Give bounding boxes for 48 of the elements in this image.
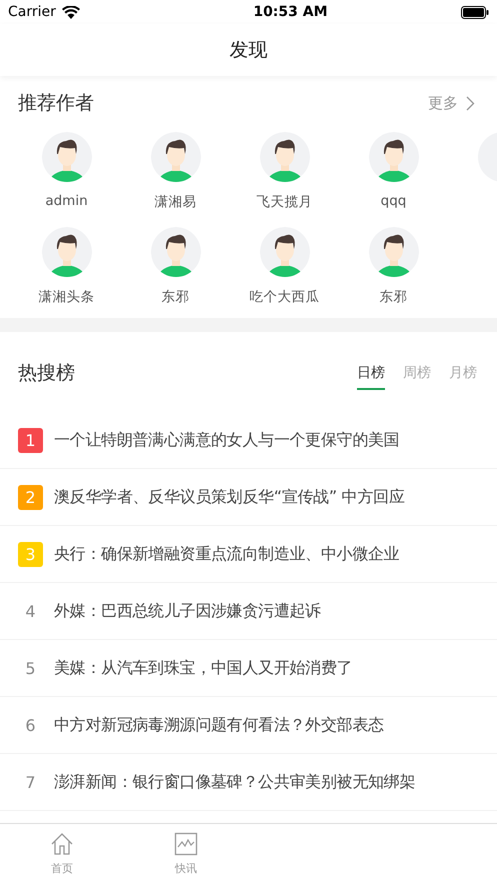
news-item[interactable]: 3 央行：确保新增融资重点流向制造业、中小微企业 (0, 526, 497, 583)
chart-icon (174, 832, 198, 856)
avatar-icon[interactable] (260, 227, 310, 277)
author-name: 潇湘易 (154, 193, 196, 211)
status-time: 10:53 AM (253, 4, 328, 20)
avatar-icon[interactable] (368, 132, 418, 182)
ranking-tab[interactable]: 日榜 (357, 364, 385, 390)
avatar-icon[interactable] (260, 132, 310, 182)
avatar-icon[interactable] (150, 227, 200, 277)
avatar-icon[interactable] (42, 227, 92, 277)
news-item[interactable]: 6 中方对新冠病毒溯源问题有何看法？外交部表态 (0, 697, 497, 754)
rank-badge: 3 (18, 542, 43, 566)
author-name: qqq (380, 193, 406, 209)
battery-icon (460, 6, 489, 18)
author-name: 飞天揽月 (256, 193, 312, 211)
chevron-icon (466, 96, 475, 110)
news-item[interactable]: 7 澎湃新闻：银行窗口像墓碑？公共审美别被无知绑架 (0, 754, 497, 811)
news-item[interactable]: 4 外媒：巴西总统儿子因涉嫌贪污遭起诉 (0, 583, 497, 640)
rank-number: 5 (24, 658, 37, 678)
news-item[interactable]: 1 一个让特朗普满心满意的女人与一个更保守的美国 (0, 412, 497, 469)
rank-badge: 2 (18, 484, 43, 510)
news-title: 澎湃新闻：银行窗口像墓碑？公共审美别被无知绑架 (54, 772, 416, 792)
news-item[interactable]: 2 澳反华学者、反华议员策划反华“宣传战” 中方回应 (0, 469, 497, 526)
news-title: 美媒：从汽车到珠宝，中国人又开始消费了 (54, 658, 352, 678)
author-name: 东邪 (380, 288, 408, 306)
author-name: 东邪 (162, 288, 190, 306)
news-title: 中方对新冠病毒溯源问题有何看法？外交部表态 (54, 714, 384, 736)
news-title: 澳反华学者、反华议员策划反华“宣传战” 中方回应 (54, 486, 404, 508)
section-title: 热搜榜 (18, 361, 75, 386)
section-title: 推荐作者 (18, 91, 94, 116)
news-title: 一个让特朗普满心满意的女人与一个更保守的美国 (54, 430, 400, 450)
page-title: 发现 (230, 38, 268, 63)
home-icon (50, 832, 74, 856)
news-title: 外媒：巴西总统儿子因涉嫌贪污遭起诉 (54, 600, 321, 622)
news-item[interactable]: 5 美媒：从汽车到珠宝，中国人又开始消费了 (0, 640, 497, 697)
author-name: 潇湘头条 (38, 288, 94, 306)
rank-badge: 1 (18, 428, 43, 452)
avatar-icon[interactable] (150, 132, 200, 182)
news-title: 央行：确保新增融资重点流向制造业、中小微企业 (54, 544, 400, 564)
avatar-icon[interactable] (42, 132, 92, 182)
rank-number: 7 (24, 772, 37, 792)
carrier-label: Carrier (8, 4, 56, 20)
rank-number: 4 (24, 602, 37, 620)
wifi-icon (62, 6, 80, 18)
author-name: admin (45, 193, 88, 209)
author-name: 吃个大西瓜 (250, 288, 320, 306)
rank-number: 6 (24, 716, 37, 734)
avatar-icon[interactable] (368, 227, 418, 277)
